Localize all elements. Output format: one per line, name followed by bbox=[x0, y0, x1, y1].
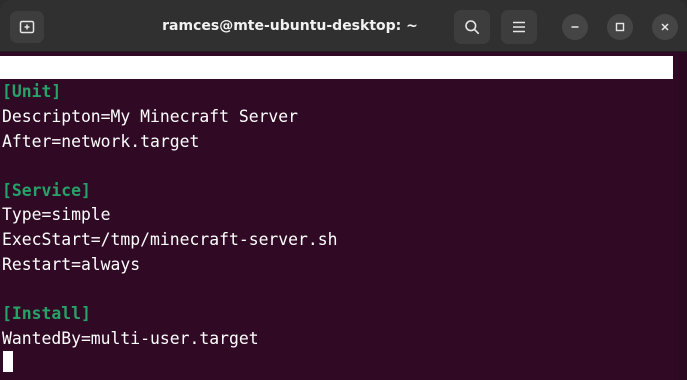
window-title: ramces@mte-ubuntu-desktop: ~ bbox=[162, 18, 418, 34]
maximize-button[interactable] bbox=[607, 14, 633, 40]
search-button[interactable] bbox=[454, 10, 490, 44]
file-line: After=network.target bbox=[2, 132, 200, 151]
minimize-icon bbox=[571, 26, 579, 28]
file-line: WantedBy=multi-user.target bbox=[2, 329, 259, 348]
file-line: Type=simple bbox=[2, 205, 111, 224]
scrollbar[interactable] bbox=[679, 53, 687, 380]
terminal-content[interactable]: GNU nano 8.1 my-system-app.service * [Un… bbox=[0, 53, 687, 380]
text-cursor bbox=[3, 351, 13, 372]
file-line: ExecStart=/tmp/minecraft-server.sh bbox=[2, 230, 338, 249]
nano-title-bar: GNU nano 8.1 my-system-app.service * bbox=[0, 56, 673, 123]
new-tab-icon bbox=[19, 20, 35, 34]
close-icon bbox=[661, 23, 669, 31]
minimize-button[interactable] bbox=[562, 14, 588, 40]
file-line: [Unit] bbox=[2, 82, 62, 101]
file-line: [Install] bbox=[2, 304, 91, 323]
maximize-icon bbox=[615, 22, 625, 32]
terminal-window: ramces@mte-ubuntu-desktop: ~ GNU nano 8.… bbox=[0, 0, 687, 380]
search-icon bbox=[465, 20, 480, 35]
title-bar: ramces@mte-ubuntu-desktop: ~ bbox=[0, 0, 687, 52]
file-line: Descripton=My Minecraft Server bbox=[2, 107, 299, 126]
file-line: [Service] bbox=[2, 181, 91, 200]
menu-button[interactable] bbox=[501, 10, 537, 44]
new-tab-button[interactable] bbox=[10, 11, 44, 43]
hamburger-menu-icon bbox=[513, 21, 525, 33]
file-line: Restart=always bbox=[2, 255, 141, 274]
close-button[interactable] bbox=[652, 14, 678, 40]
